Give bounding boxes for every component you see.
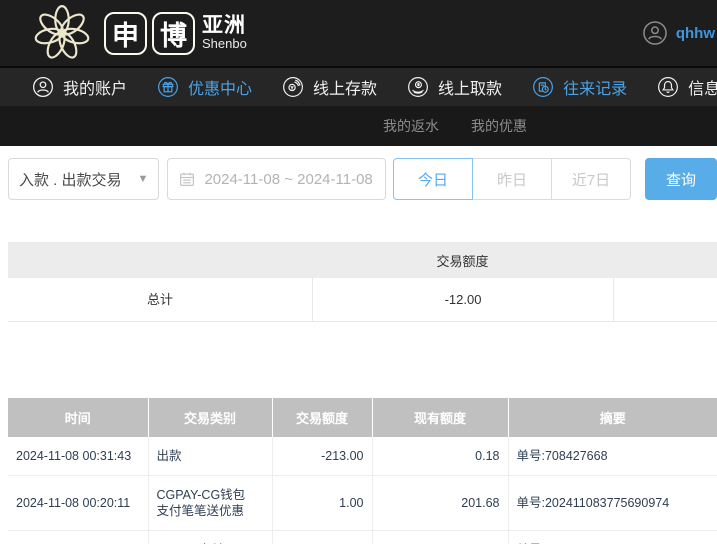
nav-label: 我的账户 <box>63 81 128 98</box>
table-row: 2024-11-08 00:20:11 CGPAY-CG钱包 支付笔笔送优惠 1… <box>8 475 717 531</box>
summary-total-value: -12.00 <box>312 278 613 321</box>
nav-item-messages[interactable]: 信息 <box>657 75 717 99</box>
summary-empty-cell <box>613 278 717 321</box>
column-header-memo: 摘要 <box>508 398 717 437</box>
summary-header-title: 交易额度 <box>436 253 489 269</box>
nav-item-promotions[interactable]: 优惠中心 <box>157 75 252 99</box>
cell-amount: 1.00 <box>272 475 373 531</box>
table-row: 2024-11-08 00:31:43 出款 -213.00 0.18 单号:7… <box>8 437 717 476</box>
summary-total-row: 总计 -12.00 <box>8 278 717 322</box>
summary-total-label: 总计 <box>146 292 173 307</box>
nav-label: 线上取款 <box>438 81 503 98</box>
main-nav: 我的账户 优惠中心 线上存款 线上取款 往来记录 信息 <box>0 66 717 106</box>
filter-bar: 入款 . 出款交易 ▼ 2024-11-08 ~ 2024-11-08 今日 昨… <box>8 158 717 200</box>
cell-time: 2024-11-08 00:20:11 <box>8 475 149 531</box>
gift-icon <box>158 77 178 97</box>
select-value: 入款 . 出款交易 <box>19 171 122 189</box>
logo-char-box: 申 <box>104 11 147 55</box>
date-range-value: 2024-11-08 ~ 2024-11-08 <box>204 170 373 188</box>
nav-item-online-deposit[interactable]: 线上存款 <box>282 75 377 99</box>
calendar-icon <box>180 172 195 186</box>
subnav-item-my-promos[interactable]: 我的优惠 <box>471 116 527 136</box>
cell-type: CGPAY-CG钱包 支付笔笔送优惠 <box>148 475 273 531</box>
transaction-type-select[interactable]: 入款 . 出款交易 ▼ <box>8 158 160 200</box>
logo-latin-text: Shenbo <box>202 36 247 52</box>
today-button[interactable]: 今日 <box>393 158 473 200</box>
cell-balance: 200.68 <box>372 530 509 544</box>
quick-date-buttons: 今日 昨日 近7日 <box>393 158 631 200</box>
user-area[interactable]: qhhw <box>642 20 715 46</box>
last-7-days-button[interactable]: 近7日 <box>552 158 631 200</box>
nav-item-my-account[interactable]: 我的账户 <box>32 75 127 99</box>
logo-char-box: 博 <box>152 11 195 55</box>
nav-label: 线上存款 <box>313 81 378 98</box>
summary-header-row: 交易额度 <box>8 242 717 278</box>
nav-label: 往来记录 <box>563 81 628 98</box>
cell-type: CGPAY支付 <box>148 530 273 544</box>
cell-memo: 单号:708427668 <box>508 437 717 476</box>
transactions-header-row: 时间 交易类别 交易额度 现有额度 摘要 <box>8 398 717 437</box>
summary-table: 交易额度 总计 -12.00 <box>8 242 717 322</box>
subnav-item-my-rebate[interactable]: 我的返水 <box>383 116 439 136</box>
sub-nav: 我的返水 我的优惠 <box>0 106 717 146</box>
yesterday-button[interactable]: 昨日 <box>473 158 552 200</box>
cell-type: 出款 <box>148 437 273 476</box>
nav-item-online-withdraw[interactable]: 线上取款 <box>407 75 502 99</box>
nav-label: 优惠中心 <box>188 81 253 98</box>
column-header-amount: 交易额度 <box>272 398 373 437</box>
records-icon <box>533 77 554 97</box>
chevron-down-icon: ▼ <box>137 173 149 185</box>
search-button[interactable]: 查询 <box>645 158 717 200</box>
nav-item-transaction-records[interactable]: 往来记录 <box>532 75 627 99</box>
table-row: 2024-11-08 00:20:11 CGPAY支付 200.00 200.6… <box>8 530 717 544</box>
username[interactable]: qhhw <box>676 25 715 42</box>
transactions-table: 时间 交易类别 交易额度 现有额度 摘要 2024-11-08 00:31:43… <box>8 398 717 544</box>
user-avatar-icon <box>643 21 667 45</box>
date-range-input[interactable]: 2024-11-08 ~ 2024-11-08 <box>167 158 386 200</box>
cell-balance: 0.18 <box>372 437 509 476</box>
logo-region-text: 亚洲 <box>202 14 246 38</box>
cell-time: 2024-11-08 00:31:43 <box>8 437 149 476</box>
cell-amount: 200.00 <box>272 530 373 544</box>
bell-icon <box>658 77 679 97</box>
brand-logo[interactable]: 申 博 亚洲 Shenbo <box>26 2 247 64</box>
cell-memo: 单号:202411083775690974 <box>508 475 717 531</box>
cell-time: 2024-11-08 00:20:11 <box>8 530 149 544</box>
cell-balance: 201.68 <box>372 475 509 531</box>
top-header: 申 博 亚洲 Shenbo qhhw <box>0 0 717 66</box>
column-header-type: 交易类别 <box>148 398 273 437</box>
cell-memo: 单号:202411083775690974 <box>508 530 717 544</box>
user-icon <box>33 77 53 97</box>
column-header-time: 时间 <box>8 398 149 437</box>
column-header-balance: 现有额度 <box>372 398 509 437</box>
withdraw-icon <box>408 77 428 97</box>
deposit-icon <box>283 77 303 97</box>
nav-label: 信息 <box>688 81 717 98</box>
flower-logo-icon <box>34 5 90 59</box>
cell-amount: -213.00 <box>272 437 373 476</box>
